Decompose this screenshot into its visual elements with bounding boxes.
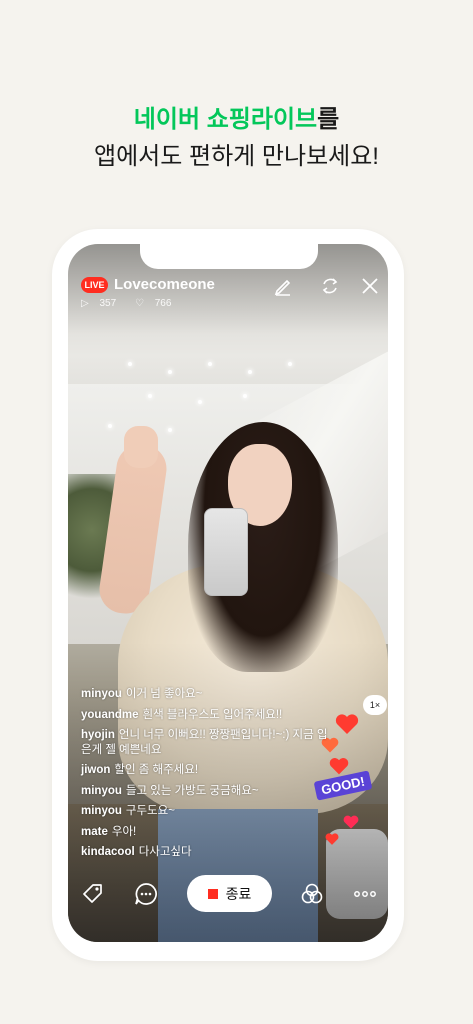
filter-icon[interactable] bbox=[299, 881, 325, 907]
end-live-label: 종료 bbox=[225, 885, 252, 902]
headline-line-1-rest: 를 bbox=[317, 106, 340, 133]
comment-text: 할인 좀 해주세요! bbox=[114, 764, 199, 776]
live-stream-screen: LIVE Lovecomeone ▷ 357 ♡ 766 GOOD! 1× mi bbox=[68, 244, 388, 942]
heart-reaction-icon bbox=[343, 815, 359, 829]
comment-item: minyou 들고 있는 가방도 궁금해요~ bbox=[81, 781, 331, 802]
live-top-bar: LIVE Lovecomeone bbox=[81, 275, 381, 297]
rotate-camera-icon[interactable] bbox=[319, 275, 341, 297]
headline-line-1: 네이버 쇼핑라이브를 bbox=[0, 103, 473, 137]
close-icon[interactable] bbox=[359, 275, 381, 297]
like-count-value: 766 bbox=[154, 298, 172, 309]
comment-item: minyou 구두도요~ bbox=[81, 801, 331, 822]
heart-outline-icon: ♡ bbox=[134, 298, 144, 309]
chat-icon[interactable] bbox=[133, 881, 159, 907]
promo-headline: 네이버 쇼핑라이브를 앱에서도 편하게 만나보세요! bbox=[0, 103, 473, 175]
channel-name[interactable]: Lovecomeone bbox=[114, 275, 215, 295]
phone-frame: LIVE Lovecomeone ▷ 357 ♡ 766 GOOD! 1× mi bbox=[52, 229, 404, 961]
tag-icon[interactable] bbox=[80, 881, 106, 907]
ceiling-light bbox=[243, 394, 247, 398]
comment-item: hyojin 언니 너무 이뻐요!! 짱짱팬입니다!~:) 지금 입은게 젤 예쁜… bbox=[81, 728, 331, 758]
v-sign-hand bbox=[124, 426, 158, 468]
live-stats: ▷ 357 ♡ 766 bbox=[81, 298, 187, 309]
ceiling-light bbox=[128, 362, 132, 366]
play-count-value: 357 bbox=[99, 298, 117, 309]
comment-text: 이거 넘 좋아요~ bbox=[125, 688, 203, 700]
comment-user: minyou bbox=[81, 784, 122, 797]
comment-item: minyou 이거 넘 좋아요~ bbox=[81, 684, 331, 705]
held-smartphone bbox=[204, 508, 248, 596]
comment-user: mate bbox=[81, 825, 108, 838]
comment-user: hyojin bbox=[81, 729, 115, 741]
ceiling-light bbox=[208, 362, 212, 366]
comment-text: 우아! bbox=[111, 825, 137, 838]
comment-user: youandme bbox=[81, 708, 139, 721]
ceiling-light bbox=[248, 370, 252, 374]
comment-user: kindacool bbox=[81, 846, 135, 858]
heart-reaction-icon bbox=[329, 757, 349, 775]
play-count: ▷ 357 bbox=[81, 298, 124, 309]
ceiling-light bbox=[148, 394, 152, 398]
heart-reaction-icon bbox=[335, 714, 359, 734]
ceiling-light bbox=[168, 428, 172, 432]
comment-item: jiwon 할인 좀 해주세요! bbox=[81, 760, 331, 781]
headline-brand: 네이버 쇼핑라이브 bbox=[133, 106, 318, 133]
comment-user: minyou bbox=[81, 688, 122, 700]
play-icon: ▷ bbox=[81, 298, 89, 309]
phone-notch bbox=[140, 244, 318, 269]
comment-item: kindacool 다사고싶다 bbox=[81, 842, 331, 863]
comment-user: minyou bbox=[81, 805, 122, 817]
comment-text: 다사고싶다 bbox=[138, 846, 192, 858]
comment-item: youandme 흰색 블라우스도 입어주세요!! bbox=[81, 705, 331, 726]
end-live-button[interactable]: 종료 bbox=[187, 875, 272, 912]
comment-text: 언니 너무 이뻐요!! 짱짱팬입니다!~:) 지금 입은게 젤 예쁜네요 bbox=[81, 729, 328, 756]
comment-text: 흰색 블라우스도 입어주세요!! bbox=[142, 708, 283, 721]
ceiling-light bbox=[108, 424, 112, 428]
ceiling-light bbox=[168, 370, 172, 374]
headline-line-2: 앱에서도 편하게 만나보세요! bbox=[94, 143, 379, 170]
like-count: ♡ 766 bbox=[135, 298, 179, 309]
comment-item: mate 우아! bbox=[81, 822, 331, 843]
bottom-control-bar: 종료 bbox=[68, 874, 388, 914]
comment-text: 들고 있는 가방도 궁금해요~ bbox=[125, 784, 259, 797]
playback-speed-badge[interactable]: 1× bbox=[363, 695, 387, 715]
more-icon[interactable] bbox=[352, 881, 378, 907]
live-badge: LIVE bbox=[81, 277, 108, 293]
chat-comments: minyou 이거 넘 좋아요~ youandme 흰색 블라우스도 입어주세요!!… bbox=[81, 684, 331, 863]
edit-icon[interactable] bbox=[272, 275, 294, 297]
ceiling-light bbox=[198, 400, 202, 404]
stop-icon bbox=[207, 888, 218, 899]
ceiling-light bbox=[288, 362, 292, 366]
comment-user: jiwon bbox=[81, 764, 111, 776]
comment-text: 구두도요~ bbox=[125, 805, 175, 817]
